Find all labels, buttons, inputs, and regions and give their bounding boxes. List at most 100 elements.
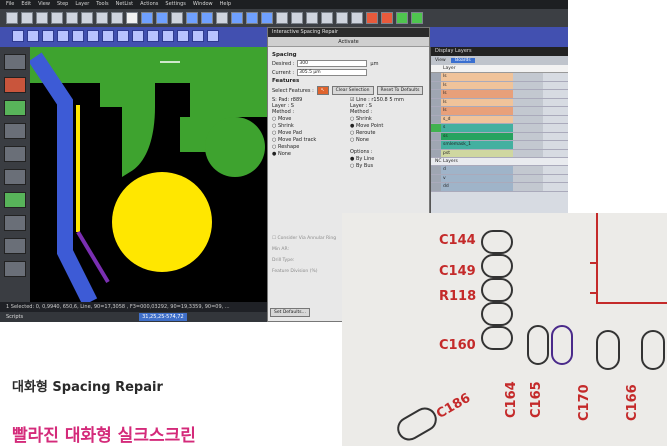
layer-visibility-toggle[interactable] [513,132,543,140]
net-icon[interactable] [201,12,213,24]
layer-select-toggle[interactable] [431,166,441,174]
layer-visibility-toggle[interactable] [513,115,543,123]
right-method-none[interactable]: None [350,137,420,143]
sidebar-item-rout[interactable] [4,192,26,208]
pick-feature-icon[interactable]: ↖ [316,86,329,95]
stop-icon[interactable] [366,12,378,24]
right-method-move-point[interactable]: Move Point [350,123,420,129]
layer-visibility-toggle[interactable] [513,174,543,182]
right-method-shrink[interactable]: Shrink [350,116,420,122]
layer-visibility-toggle[interactable] [513,183,543,191]
layer-select-toggle[interactable] [431,174,441,182]
fillet-icon[interactable] [147,30,159,42]
info-icon[interactable] [351,12,363,24]
layer-select-toggle[interactable] [431,149,441,157]
desired-spacing-input[interactable]: 300 [297,60,368,67]
layer-visibility-toggle[interactable] [513,141,543,149]
contour-icon[interactable] [192,30,204,42]
save-icon[interactable] [36,12,48,24]
layer-select-toggle[interactable] [431,98,441,106]
layer-visibility-toggle[interactable] [513,124,543,132]
view-select[interactable]: Boards [451,58,475,63]
sidebar-item-layers[interactable] [4,100,26,116]
menu-edit[interactable]: Edit [21,0,31,9]
layer-select-toggle[interactable] [431,124,441,132]
check-icon[interactable] [411,12,423,24]
layer-row[interactable]: ls [431,90,568,99]
menu-help[interactable]: Help [220,0,231,9]
zoom-icon[interactable] [81,12,93,24]
pcb-graphic-canvas[interactable] [30,47,270,302]
sidebar-item-scripts[interactable] [4,261,26,277]
clear-selection-button[interactable]: Clear Selection [331,86,374,95]
set-defaults-button[interactable]: Set Defaults... [270,308,310,317]
sidebar-item-panel[interactable] [4,215,26,231]
nc-layer-row[interactable]: dd [431,183,568,192]
layer-row[interactable]: ls [431,107,568,116]
move-icon[interactable] [231,12,243,24]
join-icon[interactable] [102,30,114,42]
sidebar-item-analysis[interactable] [4,123,26,139]
highlight-icon[interactable] [126,12,138,24]
layer-visibility-toggle[interactable] [513,98,543,106]
menu-netlist[interactable]: NetList [116,0,134,9]
layer-select-toggle[interactable] [431,132,441,140]
sidebar-item-graphic[interactable] [4,77,26,93]
menu-tools[interactable]: Tools [96,0,108,9]
layer-select-toggle[interactable] [431,141,441,149]
layer-visibility-toggle[interactable] [513,90,543,98]
option-by-bus[interactable]: By Bus [350,163,420,169]
layer-visibility-toggle[interactable] [513,73,543,81]
sidebar-item-netlist[interactable] [4,146,26,162]
menu-window[interactable]: Window [193,0,213,9]
rotate-icon[interactable] [261,12,273,24]
pan-icon[interactable] [96,12,108,24]
draw-line-icon[interactable] [12,30,24,42]
layer-row[interactable]: smlemask_1 [431,141,568,150]
option-by-line[interactable]: By Line [350,156,420,162]
layer-visibility-toggle[interactable] [513,166,543,174]
left-method-none[interactable]: None [272,151,342,157]
mirror-icon[interactable] [276,12,288,24]
select-icon[interactable] [111,12,123,24]
layer-icon[interactable] [171,12,183,24]
menu-view[interactable]: View [38,0,50,9]
layer-visibility-toggle[interactable] [513,107,543,115]
new-icon[interactable] [6,12,18,24]
sidebar-item-drill[interactable] [4,169,26,185]
layer-row[interactable]: ls [431,73,568,82]
consider-via-checkbox[interactable]: ☐ Consider Via Annular Ring [272,233,336,244]
layer-row[interactable]: s [431,124,568,133]
layer-select-toggle[interactable] [431,90,441,98]
menu-settings[interactable]: Settings [165,0,186,9]
reshape-icon[interactable] [132,30,144,42]
menu-layer[interactable]: Layer [75,0,89,9]
print-icon[interactable] [51,12,63,24]
layer-row[interactable]: pst [431,149,568,158]
fit-icon[interactable] [336,12,348,24]
layer-select-toggle[interactable] [431,183,441,191]
draw-pad-icon[interactable] [42,30,54,42]
copy-icon[interactable] [246,12,258,24]
layer-select-toggle[interactable] [431,73,441,81]
chamfer-icon[interactable] [162,30,174,42]
layer-select-toggle[interactable] [431,81,441,89]
alert-icon[interactable] [381,12,393,24]
nc-layer-row[interactable]: v [431,174,568,183]
open-icon[interactable] [21,12,33,24]
measure-icon[interactable] [66,12,78,24]
left-method-move[interactable]: Move [272,116,342,122]
layer-row[interactable]: ls [431,98,568,107]
layers-view-selector[interactable]: View Boards [431,56,568,65]
sidebar-item-job[interactable] [4,54,26,70]
layer-row[interactable]: s_d [431,115,568,124]
resize-icon[interactable] [117,30,129,42]
layer-visibility-toggle[interactable] [513,149,543,157]
filter-icon[interactable] [216,12,228,24]
left-method-shrink[interactable]: Shrink [272,123,342,129]
layer-row[interactable]: ss [431,132,568,141]
right-method-reroute[interactable]: Reroute [350,130,420,136]
menu-file[interactable]: File [6,0,14,9]
scripts-label[interactable]: Scripts [6,314,23,320]
run-icon[interactable] [396,12,408,24]
